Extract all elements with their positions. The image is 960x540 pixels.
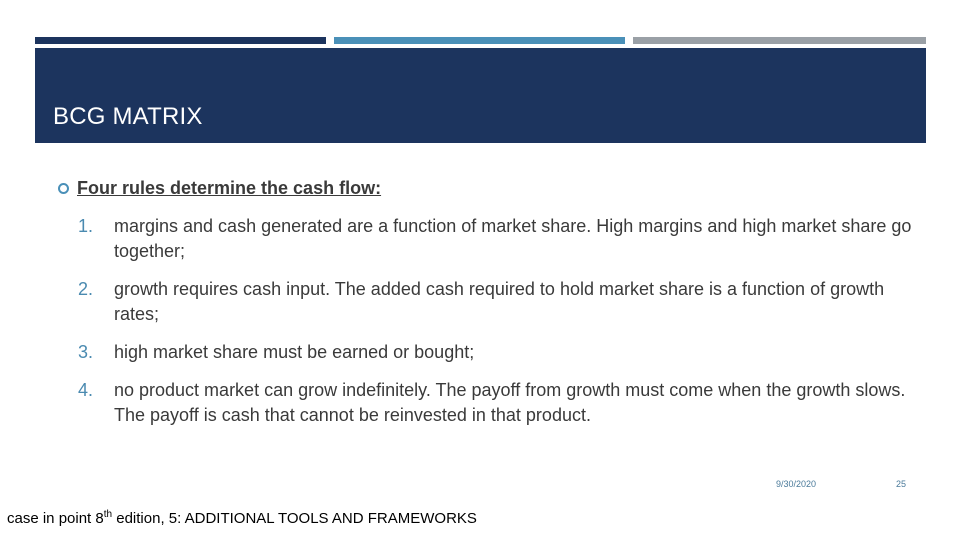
item-number: 1. <box>78 216 94 236</box>
item-text: no product market can grow indefinitely.… <box>114 380 906 425</box>
caption-sup: th <box>103 509 113 520</box>
rules-list: 1. margins and cash generated are a func… <box>78 214 918 441</box>
accent-bar-gray <box>633 37 926 44</box>
list-item: 2. growth requires cash input. The added… <box>78 277 918 327</box>
accent-bar-navy <box>35 37 326 44</box>
item-text: high market share must be earned or boug… <box>114 342 475 362</box>
lead-text: Four rules determine the cash flow: <box>77 178 382 198</box>
accent-bar-blue <box>334 37 625 44</box>
list-item: 4. no product market can grow indefinite… <box>78 378 918 428</box>
list-item: 1. margins and cash generated are a func… <box>78 214 918 264</box>
slide-title: BCG MATRIX <box>53 103 203 130</box>
item-text: margins and cash generated are a functio… <box>114 216 912 261</box>
source-caption: case in point 8th edition, 5: ADDITIONAL… <box>7 509 477 527</box>
title-banner: BCG MATRIX <box>35 48 926 143</box>
lead-bullet-row: Four rules determine the cash flow: <box>58 178 381 199</box>
list-item: 3. high market share must be earned or b… <box>78 340 918 365</box>
circle-bullet-icon <box>58 183 69 194</box>
item-number: 3. <box>78 342 94 362</box>
caption-suffix: edition, 5: ADDITIONAL TOOLS AND FRAMEWO… <box>112 510 477 527</box>
slide-number: 25 <box>896 479 907 489</box>
item-text: growth requires cash input. The added ca… <box>114 279 885 324</box>
item-number: 2. <box>78 279 94 299</box>
slide-date: 9/30/2020 <box>776 479 817 489</box>
caption-prefix: case in point 8 <box>7 510 104 527</box>
item-number: 4. <box>78 380 94 400</box>
